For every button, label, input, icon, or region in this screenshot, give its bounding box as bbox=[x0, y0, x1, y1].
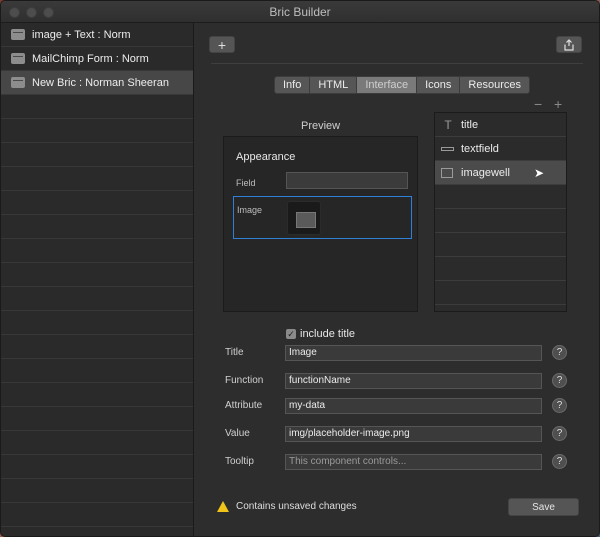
warning-text: Contains unsaved changes bbox=[236, 501, 357, 512]
empty-list-row bbox=[1, 119, 193, 143]
image-icon bbox=[441, 167, 453, 178]
preview-panel: Appearance Field Image bbox=[223, 136, 418, 312]
share-icon bbox=[564, 38, 574, 51]
tooltip-input[interactable]: This component controls... bbox=[285, 454, 542, 470]
help-icon[interactable]: ? bbox=[552, 398, 567, 413]
empty-palette-row bbox=[435, 233, 566, 257]
sidebar-item-mailchimp-form[interactable]: MailChimp Form : Norm bbox=[1, 47, 193, 71]
checkmark-icon[interactable]: ✓ bbox=[286, 329, 296, 339]
bric-icon bbox=[11, 53, 25, 64]
empty-list-row bbox=[1, 455, 193, 479]
attribute-field-row: Attribute my-data ? bbox=[225, 398, 567, 416]
component-label: title bbox=[461, 118, 479, 131]
preview-image-label: Image bbox=[237, 205, 263, 215]
component-palette: T title textfield imagewell ➤ bbox=[434, 112, 567, 312]
empty-list-row bbox=[1, 167, 193, 191]
text-icon: T bbox=[444, 117, 452, 132]
empty-list-row bbox=[1, 383, 193, 407]
sidebar-item-label: New Bric : Norman Sheeran bbox=[32, 76, 169, 89]
sidebar-item-label: image + Text : Norm bbox=[32, 28, 131, 41]
function-field-row: Function functionName ? bbox=[225, 373, 567, 391]
tab-icons[interactable]: Icons bbox=[417, 77, 461, 93]
empty-list-row bbox=[1, 263, 193, 287]
sidebar-item-new-bric[interactable]: New Bric : Norman Sheeran bbox=[1, 71, 193, 95]
empty-list-row bbox=[1, 311, 193, 335]
sidebar-item-label: MailChimp Form : Norm bbox=[32, 52, 149, 65]
unsaved-warning: Contains unsaved changes bbox=[217, 501, 357, 512]
help-icon[interactable]: ? bbox=[552, 373, 567, 388]
add-component-button[interactable]: + bbox=[554, 96, 562, 112]
help-icon[interactable]: ? bbox=[552, 426, 567, 441]
component-label: textfield bbox=[461, 142, 499, 155]
empty-list-row bbox=[1, 407, 193, 431]
preview-text-field[interactable] bbox=[286, 172, 408, 189]
empty-list-row bbox=[1, 479, 193, 503]
add-bric-button[interactable]: + bbox=[209, 36, 235, 53]
title-field-row: Title Image ? bbox=[225, 345, 567, 363]
include-title-checkbox[interactable]: ✓ include title bbox=[286, 328, 355, 340]
preview-label: Preview bbox=[301, 120, 341, 132]
empty-palette-row bbox=[435, 209, 566, 233]
tooltip-label: Tooltip bbox=[225, 456, 254, 467]
bric-icon bbox=[11, 29, 25, 40]
tab-bar: Info HTML Interface Icons Resources bbox=[274, 76, 530, 94]
title-bar: Bric Builder bbox=[1, 1, 599, 23]
window-title: Bric Builder bbox=[269, 5, 331, 19]
preview-heading: Appearance bbox=[236, 151, 296, 163]
component-item-title[interactable]: T title bbox=[435, 113, 566, 137]
empty-list-row bbox=[1, 335, 193, 359]
component-item-imagewell[interactable]: imagewell ➤ bbox=[435, 161, 566, 185]
mouse-cursor-icon: ➤ bbox=[533, 166, 544, 180]
value-field-row: Value img/placeholder-image.png ? bbox=[225, 426, 567, 444]
sidebar-item-image-text[interactable]: image + Text : Norm bbox=[1, 23, 193, 47]
attribute-input[interactable]: my-data bbox=[285, 398, 542, 414]
bric-icon bbox=[11, 77, 25, 88]
warning-icon bbox=[217, 501, 229, 512]
function-input[interactable]: functionName bbox=[285, 373, 542, 389]
empty-palette-row bbox=[435, 185, 566, 209]
empty-palette-row bbox=[435, 281, 566, 305]
empty-list-row bbox=[1, 191, 193, 215]
value-input[interactable]: img/placeholder-image.png bbox=[285, 426, 542, 442]
textfield-icon bbox=[441, 146, 454, 151]
empty-list-row bbox=[1, 431, 193, 455]
component-label: imagewell bbox=[461, 166, 510, 179]
help-icon[interactable]: ? bbox=[552, 454, 567, 469]
title-input[interactable]: Image bbox=[285, 345, 542, 361]
value-label: Value bbox=[225, 428, 250, 439]
preview-image-row[interactable]: Image bbox=[233, 196, 412, 239]
empty-list-row bbox=[1, 95, 193, 119]
editor-pane: + Info HTML Interface Icons Resources Pr… bbox=[195, 23, 599, 536]
tab-interface[interactable]: Interface bbox=[357, 77, 418, 93]
empty-palette-row bbox=[435, 257, 566, 281]
empty-list-row bbox=[1, 287, 193, 311]
image-well-icon[interactable] bbox=[287, 201, 321, 235]
remove-component-button[interactable]: − bbox=[534, 96, 542, 112]
include-title-label: include title bbox=[300, 328, 356, 340]
toolbar-divider bbox=[211, 63, 583, 64]
tooltip-field-row: Tooltip This component controls... ? bbox=[225, 454, 567, 472]
tab-info[interactable]: Info bbox=[275, 77, 311, 93]
help-icon[interactable]: ? bbox=[552, 345, 567, 360]
app-window: Bric Builder image + Text : Norm MailChi… bbox=[0, 0, 600, 537]
tab-html[interactable]: HTML bbox=[310, 77, 358, 93]
function-label: Function bbox=[225, 375, 264, 386]
bric-list-sidebar: image + Text : Norm MailChimp Form : Nor… bbox=[1, 23, 194, 536]
empty-list-row bbox=[1, 215, 193, 239]
share-button[interactable] bbox=[556, 36, 582, 53]
empty-list-row bbox=[1, 503, 193, 527]
preview-field-label: Field bbox=[236, 178, 256, 188]
tab-resources[interactable]: Resources bbox=[460, 77, 529, 93]
empty-list-row bbox=[1, 359, 193, 383]
attribute-label: Attribute bbox=[225, 400, 263, 411]
title-label: Title bbox=[225, 347, 244, 358]
component-item-textfield[interactable]: textfield bbox=[435, 137, 566, 161]
save-button[interactable]: Save bbox=[508, 498, 579, 516]
empty-list-row bbox=[1, 239, 193, 263]
empty-list-row bbox=[1, 143, 193, 167]
